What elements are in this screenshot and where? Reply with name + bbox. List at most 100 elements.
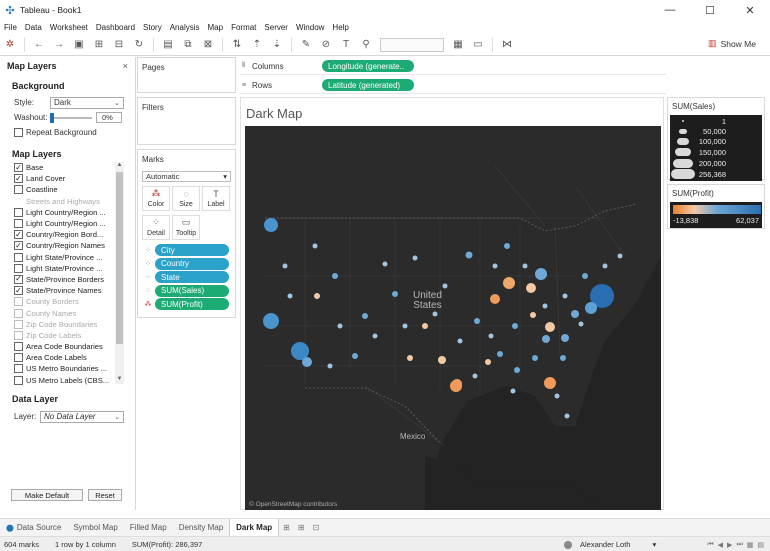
- latitude-pill[interactable]: Latitude (generated): [322, 79, 414, 91]
- layer-item[interactable]: ✓ Land Cover: [0, 173, 114, 184]
- layer-checkbox[interactable]: ✓: [14, 174, 23, 184]
- layer-item[interactable]: Area Code Boundaries: [0, 341, 114, 352]
- prev-sheet-icon[interactable]: ◀: [718, 541, 723, 549]
- make-default-button[interactable]: Make Default: [11, 489, 83, 501]
- data-layer-select[interactable]: No Data Layer ⌄: [40, 410, 124, 423]
- first-sheet-icon[interactable]: ⏮: [707, 541, 713, 549]
- close-panel-icon[interactable]: ×: [123, 61, 128, 71]
- style-select[interactable]: Dark ⌄: [50, 96, 124, 109]
- sort-descending-icon[interactable]: ⇣: [270, 38, 284, 52]
- menu-worksheet[interactable]: Worksheet: [50, 23, 88, 32]
- tableau-start-icon[interactable]: ✲: [3, 38, 17, 52]
- highlight-icon[interactable]: ✎: [299, 38, 313, 52]
- last-sheet-icon[interactable]: ⏭: [736, 541, 742, 549]
- repeat-background-checkbox[interactable]: [14, 128, 23, 137]
- layer-checkbox[interactable]: [14, 308, 23, 318]
- refresh-icon[interactable]: ↻: [132, 38, 146, 52]
- layer-checkbox[interactable]: ✓: [14, 163, 23, 173]
- layer-checkbox[interactable]: ✓: [14, 241, 23, 251]
- color-button[interactable]: ⁂ Color: [142, 186, 170, 211]
- tab-symbol-map[interactable]: Symbol Map: [67, 519, 123, 537]
- layer-item[interactable]: ✓ Base: [0, 162, 114, 173]
- dark-map[interactable]: United States Mexico © OpenStreetMap con…: [245, 126, 661, 510]
- close-window-button[interactable]: ✕: [730, 0, 770, 20]
- sort-ascending-icon[interactable]: ⇡: [250, 38, 264, 52]
- layer-checkbox[interactable]: [14, 207, 23, 217]
- layer-checkbox[interactable]: [14, 364, 23, 374]
- tab-dark-map[interactable]: Dark Map: [229, 518, 280, 537]
- layer-item[interactable]: Light Country/Region ...: [0, 218, 114, 229]
- user-menu[interactable]: Alexander Loth ▾: [560, 537, 668, 551]
- washout-input[interactable]: 0%: [96, 112, 122, 123]
- sum-profit-pill[interactable]: SUM(Profit): [155, 298, 229, 310]
- fix-axes-icon[interactable]: ⚲: [359, 38, 373, 52]
- layer-item[interactable]: Light State/Province ...: [0, 263, 114, 274]
- filters-card[interactable]: Filters: [137, 97, 236, 145]
- layer-item[interactable]: US Metro Boundaries ...: [0, 363, 114, 374]
- city-pill[interactable]: City: [155, 244, 229, 256]
- tab-data-source[interactable]: ⬤ Data Source: [0, 519, 67, 537]
- scroll-down-icon[interactable]: ▼: [115, 376, 124, 384]
- detail-button[interactable]: ⁘ Detail: [142, 215, 170, 240]
- map-attribution[interactable]: © OpenStreetMap contributors: [249, 501, 337, 508]
- pause-updates-icon[interactable]: ⊟: [112, 38, 126, 52]
- mark-type-select[interactable]: Automatic ▾: [142, 171, 231, 182]
- maximize-button[interactable]: ☐: [690, 0, 730, 20]
- layer-item[interactable]: County Borders: [0, 296, 114, 307]
- washout-slider[interactable]: [50, 112, 92, 123]
- menu-story[interactable]: Story: [143, 23, 162, 32]
- sheet-title[interactable]: Dark Map: [246, 106, 302, 121]
- fit-dropdown[interactable]: [380, 37, 444, 52]
- scroll-up-icon[interactable]: ▲: [115, 162, 124, 170]
- layer-item[interactable]: ✓ State/Province Borders: [0, 274, 114, 285]
- size-button[interactable]: ◌ Size: [172, 186, 200, 211]
- menu-help[interactable]: Help: [332, 23, 348, 32]
- layer-item[interactable]: ✓ Country/Region Bord...: [0, 229, 114, 240]
- show-mark-labels-icon[interactable]: T: [339, 38, 353, 52]
- layers-scrollbar[interactable]: ▲ ▼: [115, 162, 124, 384]
- pages-card[interactable]: Pages: [137, 57, 236, 93]
- layer-item[interactable]: Zip Code Labels: [0, 330, 114, 341]
- layer-item[interactable]: Light Country/Region ...: [0, 207, 114, 218]
- tooltip-button[interactable]: ▭ Tooltip: [172, 215, 200, 240]
- layer-checkbox[interactable]: [14, 319, 23, 329]
- clear-sheet-icon[interactable]: ⊠: [201, 38, 215, 52]
- country-pill[interactable]: Country: [155, 257, 229, 270]
- layer-item[interactable]: County Names: [0, 307, 114, 318]
- washout-slider-handle[interactable]: [50, 112, 54, 123]
- tab-density-map[interactable]: Density Map: [173, 519, 229, 537]
- layer-checkbox[interactable]: [14, 219, 23, 229]
- menu-format[interactable]: Format: [231, 23, 256, 32]
- scrollbar-thumb[interactable]: [116, 172, 123, 344]
- sales-size-legend[interactable]: SUM(Sales) 1 50,000 100,000 150,000 200,…: [667, 97, 765, 181]
- layer-item[interactable]: Coastline: [0, 184, 114, 195]
- rows-shelf[interactable]: ≡ Rows Latitude (generated): [240, 77, 666, 94]
- next-sheet-icon[interactable]: ▶: [727, 541, 732, 549]
- new-dashboard-icon[interactable]: ⊞: [298, 523, 305, 532]
- menu-window[interactable]: Window: [296, 23, 324, 32]
- layer-checkbox[interactable]: [14, 353, 23, 363]
- repeat-background-row[interactable]: Repeat Background: [0, 125, 135, 140]
- new-worksheet-icon[interactable]: ⊞: [283, 523, 290, 532]
- show-me-button[interactable]: ▥ Show Me: [708, 38, 756, 49]
- layer-checkbox[interactable]: ✓: [14, 230, 23, 240]
- list-view-icon[interactable]: ▤: [757, 541, 764, 549]
- menu-server[interactable]: Server: [264, 23, 288, 32]
- new-worksheet-icon[interactable]: ▤: [161, 38, 175, 52]
- columns-shelf[interactable]: ⦀ Columns Longitude (generate..: [240, 58, 666, 75]
- layer-checkbox[interactable]: [14, 185, 23, 195]
- menu-dashboard[interactable]: Dashboard: [96, 23, 135, 32]
- layer-item[interactable]: ✓ Country/Region Names: [0, 240, 114, 251]
- profit-color-legend[interactable]: SUM(Profit) -13,838 62,037: [667, 184, 765, 229]
- layer-item[interactable]: ✓ State/Province Names: [0, 285, 114, 296]
- menu-file[interactable]: File: [4, 23, 17, 32]
- layer-checkbox[interactable]: [14, 330, 23, 340]
- minimize-button[interactable]: —: [650, 0, 690, 20]
- menu-map[interactable]: Map: [208, 23, 224, 32]
- share-icon[interactable]: ⋈: [500, 38, 514, 52]
- layer-item[interactable]: Light State/Province ...: [0, 252, 114, 263]
- reset-button[interactable]: Reset: [88, 489, 122, 501]
- tab-filled-map[interactable]: Filled Map: [124, 519, 173, 537]
- layer-checkbox[interactable]: [14, 252, 23, 262]
- presentation-mode-icon[interactable]: ▭: [471, 38, 485, 52]
